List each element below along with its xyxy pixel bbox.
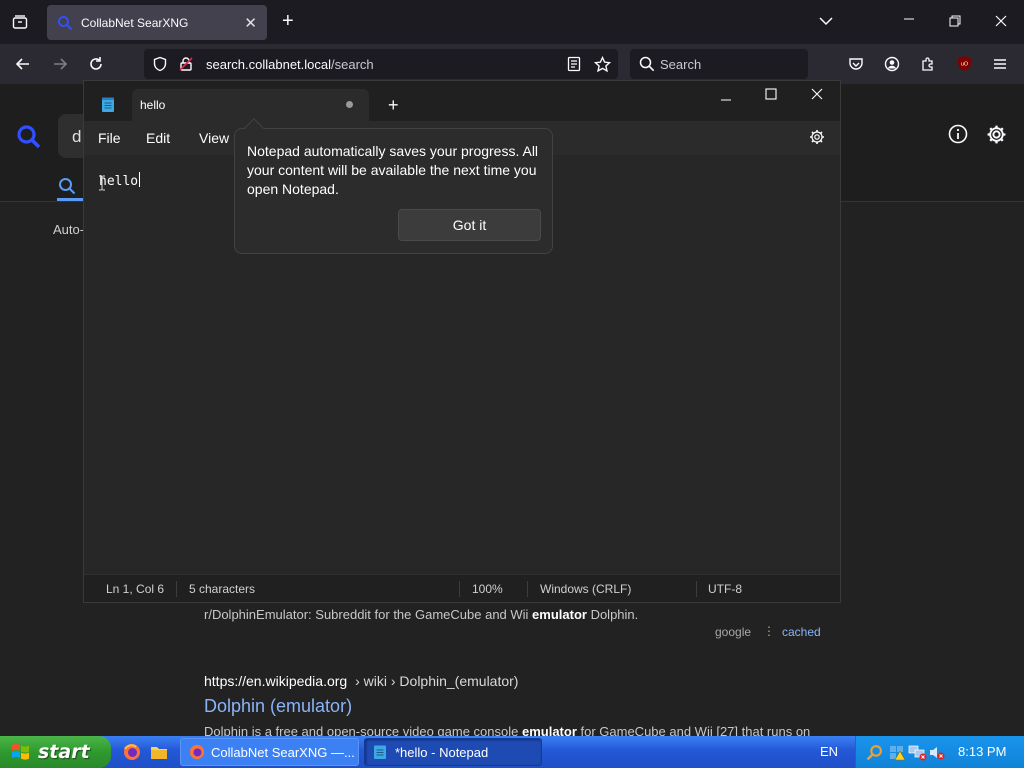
browser-navbar: search.collabnet.local/search Search uO (0, 44, 1024, 84)
taskbar-notepad-label: *hello - Notepad (395, 744, 489, 760)
result-1-snippet-tail: Dolphin. (586, 607, 639, 622)
result-2-title[interactable]: Dolphin (emulator) (204, 696, 352, 717)
search-icon (639, 56, 655, 76)
result-1-engine: google (715, 625, 752, 639)
clock[interactable]: 8:13 PM (958, 744, 1006, 759)
window-minimize-icon[interactable] (903, 13, 915, 29)
forward-arrow-icon[interactable] (52, 56, 68, 76)
status-line-ending: Windows (CRLF) (540, 582, 632, 596)
language-indicator[interactable]: EN (820, 744, 838, 759)
notepad-tab-title: hello (140, 98, 166, 112)
network-disconnected-icon[interactable] (908, 744, 928, 765)
result-1-snippet-bold: emulator (532, 607, 587, 622)
notepad-close-icon[interactable] (811, 88, 823, 104)
preferences-gear-icon[interactable] (986, 124, 1007, 149)
menu-view[interactable]: View (199, 130, 229, 146)
result-1-snippet: r/DolphinEmulator: Subreddit for the Gam… (204, 607, 638, 622)
windows-flag-icon (12, 743, 29, 760)
got-it-button[interactable]: Got it (398, 209, 541, 241)
firefox-quicklaunch-icon[interactable] (123, 743, 141, 765)
browser-tab-title: CollabNet SearXNG (81, 15, 189, 30)
back-arrow-icon[interactable] (15, 56, 31, 76)
window-close-icon[interactable] (995, 15, 1007, 31)
autocomplete-toggle-label[interactable]: Auto- (53, 222, 84, 237)
searxng-logo-icon[interactable] (16, 124, 42, 154)
svg-text:uO: uO (961, 62, 968, 68)
hamburger-menu-icon[interactable] (992, 56, 1008, 76)
query-text: d (72, 127, 82, 146)
result-2-url-path: › wiki › Dolphin_(emulator) (351, 673, 519, 689)
reader-view-icon[interactable] (566, 56, 582, 76)
status-separator (696, 581, 697, 597)
text-caret (139, 172, 141, 187)
tab-overview-icon[interactable] (12, 14, 28, 34)
status-separator (459, 581, 460, 597)
menu-edit[interactable]: Edit (146, 130, 170, 146)
about-info-icon[interactable] (948, 124, 968, 148)
firefox-icon (189, 744, 205, 760)
window-restore-icon[interactable] (949, 15, 961, 31)
status-character-count: 5 characters (189, 582, 256, 596)
system-tray: 8:13 PM (855, 736, 1024, 768)
notepad-new-tab-icon[interactable]: + (388, 96, 399, 114)
start-label: start (38, 741, 90, 763)
list-all-tabs-icon[interactable] (818, 13, 834, 33)
status-separator (527, 581, 528, 597)
new-tab-icon[interactable]: + (282, 11, 294, 31)
notepad-minimize-icon[interactable] (720, 94, 732, 110)
pocket-icon[interactable] (848, 56, 864, 76)
category-general-search-icon[interactable] (58, 177, 76, 199)
account-icon[interactable] (884, 56, 900, 76)
result-1-snippet-text: r/DolphinEmulator: Subreddit for the Gam… (204, 607, 533, 622)
reload-icon[interactable] (88, 56, 104, 76)
status-zoom: 100% (472, 582, 503, 596)
result-1-separator: ⋮ (763, 624, 775, 638)
taskbar-button-notepad[interactable]: *hello - Notepad (364, 738, 542, 766)
autosave-teaching-tip: Notepad automatically saves your progres… (234, 118, 553, 254)
status-cursor-position: Ln 1, Col 6 (106, 582, 165, 596)
tip-message: Notepad automatically saves your progres… (247, 143, 539, 197)
notepad-app-icon (101, 97, 115, 117)
taskbar: start CollabNet SearXNG —... *hello - No… (0, 736, 1024, 768)
start-button[interactable]: start (0, 736, 111, 768)
taskbar-firefox-label: CollabNet SearXNG —... (211, 744, 355, 760)
explorer-quicklaunch-icon[interactable] (150, 744, 168, 764)
search-tray-icon[interactable] (866, 744, 883, 765)
url-path: /search (331, 56, 374, 72)
notepad-icon (374, 745, 386, 759)
bookmark-star-icon[interactable] (593, 55, 612, 77)
result-2-url[interactable]: https://en.wikipedia.org › wiki › Dolphi… (204, 673, 518, 689)
notepad-tab-hello[interactable]: hello (132, 89, 369, 121)
tracking-shield-icon[interactable] (152, 56, 168, 76)
notepad-titlebar[interactable]: hello + (84, 81, 840, 121)
status-separator (176, 581, 177, 597)
result-1-cached-link[interactable]: cached (782, 625, 821, 639)
browser-tabstrip: CollabNet SearXNG ✕ + (0, 0, 1024, 44)
searxng-favicon-icon (58, 15, 73, 30)
result-2-url-host: https://en.wikipedia.org (204, 673, 348, 689)
insecure-lock-icon[interactable] (178, 56, 194, 76)
taskbar-button-firefox[interactable]: CollabNet SearXNG —... (180, 738, 359, 766)
ibeam-cursor-icon (98, 175, 106, 195)
browser-tab-searxng[interactable]: CollabNet SearXNG ✕ (47, 5, 267, 40)
status-encoding: UTF-8 (708, 582, 742, 596)
menu-file[interactable]: File (98, 130, 121, 146)
browser-search-placeholder: Search (660, 56, 702, 72)
url-host: search.collabnet.local (206, 56, 332, 72)
category-underline (57, 198, 83, 201)
notepad-statusbar: Ln 1, Col 6 5 characters 100% Windows (C… (84, 574, 840, 602)
ublock-origin-icon[interactable]: uO (956, 55, 973, 76)
tab-close-icon[interactable]: ✕ (244, 14, 257, 32)
url-bar[interactable]: search.collabnet.local/search (144, 49, 618, 79)
security-warning-icon[interactable] (888, 744, 906, 765)
notepad-maximize-icon[interactable] (765, 88, 777, 104)
browser-search-box[interactable]: Search (630, 49, 808, 79)
unsaved-dot-icon[interactable] (346, 101, 353, 108)
volume-muted-icon[interactable] (928, 744, 946, 765)
extensions-icon[interactable] (920, 56, 936, 76)
notepad-settings-gear-icon[interactable] (809, 129, 825, 149)
